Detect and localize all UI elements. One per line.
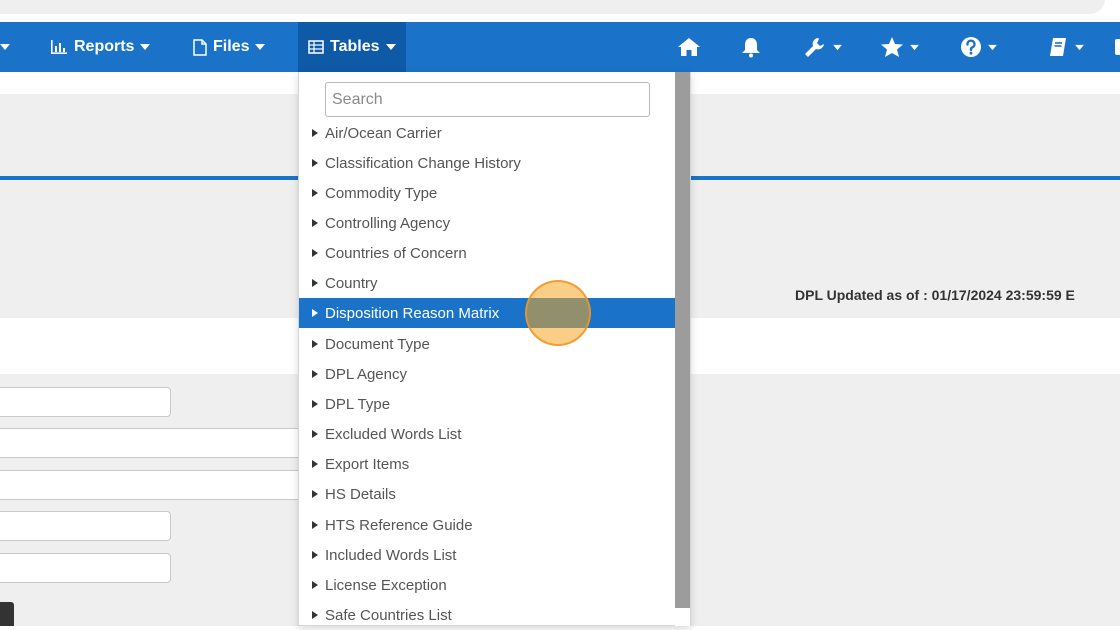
favorites-menu[interactable]	[880, 22, 919, 72]
tables-menu[interactable]: Tables	[298, 22, 406, 72]
menu-item-classification-change-history[interactable]: Classification Change History	[299, 148, 676, 178]
help-menu[interactable]	[960, 22, 997, 72]
menu-item-included-words-list[interactable]: Included Words List	[299, 540, 676, 570]
menu-item-export-items[interactable]: Export Items	[299, 449, 676, 479]
menu-item-label: Safe Countries List	[325, 606, 452, 624]
click-highlight-marker	[525, 280, 591, 346]
menu-item-license-exception[interactable]: License Exception	[299, 570, 676, 600]
menu-item-countries-of-concern[interactable]: Countries of Concern	[299, 238, 676, 268]
caret-right-icon	[312, 430, 318, 438]
menu-item-air-ocean-carrier[interactable]: Air/Ocean Carrier	[299, 118, 676, 148]
caret-right-icon	[312, 400, 318, 408]
dpl-updated-status: DPL Updated as of : 01/17/2024 23:59:59 …	[795, 287, 1075, 303]
bell-icon	[742, 38, 760, 58]
caret-right-icon	[312, 490, 318, 498]
caret-right-icon	[312, 189, 318, 197]
menu-item-label: License Exception	[325, 576, 447, 594]
dropdown-scrollbar-thumb[interactable]	[675, 72, 690, 608]
menu-item-label: Commodity Type	[325, 184, 438, 202]
menu-item-label: Country	[325, 274, 378, 292]
caret-right-icon	[312, 611, 318, 619]
menu-item-document-type[interactable]: Document Type	[299, 329, 676, 359]
form-input-1[interactable]	[0, 387, 171, 417]
truncated-nav-icon[interactable]	[1113, 22, 1120, 72]
menu-item-label: Disposition Reason Matrix	[325, 304, 500, 322]
caret-right-icon	[312, 129, 318, 137]
caret-right-icon	[312, 460, 318, 468]
form-input-5[interactable]	[0, 553, 171, 583]
table-icon	[308, 40, 324, 54]
top-navbar: Reports Files Tables	[0, 22, 1120, 72]
menu-item-disposition-reason-matrix[interactable]: Disposition Reason Matrix	[299, 298, 676, 328]
reports-label: Reports	[74, 38, 135, 55]
caret-right-icon	[312, 581, 318, 589]
menu-item-label: Countries of Concern	[325, 244, 467, 262]
caret-down-icon	[833, 44, 842, 51]
browser-toolbar: g	[0, 0, 1120, 22]
notifications-button[interactable]	[740, 22, 762, 72]
menu-item-label: Included Words List	[325, 546, 457, 564]
book-icon	[1050, 38, 1066, 56]
caret-down-icon	[910, 44, 919, 51]
caret-down-icon	[988, 44, 997, 51]
home-button[interactable]	[677, 22, 701, 72]
files-menu[interactable]: Files	[193, 22, 266, 72]
reports-menu[interactable]: Reports	[50, 22, 151, 72]
menu-item-label: DPL Agency	[325, 365, 407, 383]
caret-right-icon	[312, 279, 318, 287]
menu-item-hs-details[interactable]: HS Details	[299, 479, 676, 509]
caret-right-icon	[312, 521, 318, 529]
menu-item-label: DPL Type	[325, 395, 391, 413]
caret-right-icon	[312, 309, 318, 317]
tables-dropdown-menu: Air/Ocean Carrier Classification Change …	[298, 72, 691, 626]
form-input-4[interactable]	[0, 511, 171, 541]
menu-item-label: Document Type	[325, 335, 430, 353]
menu-item-label: Classification Change History	[325, 154, 521, 172]
menu-item-label: Air/Ocean Carrier	[325, 124, 442, 142]
caret-down-icon	[255, 43, 266, 51]
caret-down-icon	[1075, 44, 1084, 51]
menu-item-label: HTS Reference Guide	[325, 516, 473, 534]
dropdown-scrollbar-track[interactable]	[675, 72, 690, 626]
menu-item-controlling-agency[interactable]: Controlling Agency	[299, 208, 676, 238]
wrench-icon	[805, 38, 824, 57]
home-icon	[678, 38, 700, 56]
menu-item-label: HS Details	[325, 485, 396, 503]
caret-right-icon	[312, 551, 318, 559]
menu-item-country[interactable]: Country	[299, 268, 676, 298]
menu-item-hts-reference-guide[interactable]: HTS Reference Guide	[299, 510, 676, 540]
address-bar[interactable]: g	[0, 0, 1105, 14]
truncated-icon	[1115, 39, 1120, 55]
caret-right-icon	[312, 159, 318, 167]
menu-item-label: Excluded Words List	[325, 425, 462, 443]
form-submit-button[interactable]	[0, 602, 14, 626]
menu-item-dpl-agency[interactable]: DPL Agency	[299, 359, 676, 389]
star-icon	[881, 37, 903, 57]
menu-item-excluded-words-list[interactable]: Excluded Words List	[299, 419, 676, 449]
menu-item-label: Controlling Agency	[325, 214, 451, 232]
menu-item-label: Export Items	[325, 455, 410, 473]
file-icon	[193, 38, 207, 56]
prev-menu-caret[interactable]	[0, 22, 10, 72]
caret-down-icon	[385, 43, 396, 51]
question-icon	[961, 37, 981, 57]
caret-down-icon	[140, 43, 151, 51]
caret-right-icon	[312, 219, 318, 227]
tables-search-input[interactable]	[325, 82, 650, 117]
form-input-3[interactable]	[0, 470, 306, 500]
caret-right-icon	[312, 340, 318, 348]
caret-down-icon	[0, 44, 10, 50]
menu-item-commodity-type[interactable]: Commodity Type	[299, 178, 676, 208]
files-label: Files	[213, 38, 250, 55]
menu-item-dpl-type[interactable]: DPL Type	[299, 389, 676, 419]
form-input-2[interactable]	[0, 428, 306, 458]
caret-right-icon	[312, 370, 318, 378]
tools-menu[interactable]	[803, 22, 842, 72]
bar-chart-icon	[50, 39, 68, 55]
caret-right-icon	[312, 249, 318, 257]
tables-label: Tables	[330, 38, 380, 55]
docs-menu[interactable]	[1047, 22, 1084, 72]
